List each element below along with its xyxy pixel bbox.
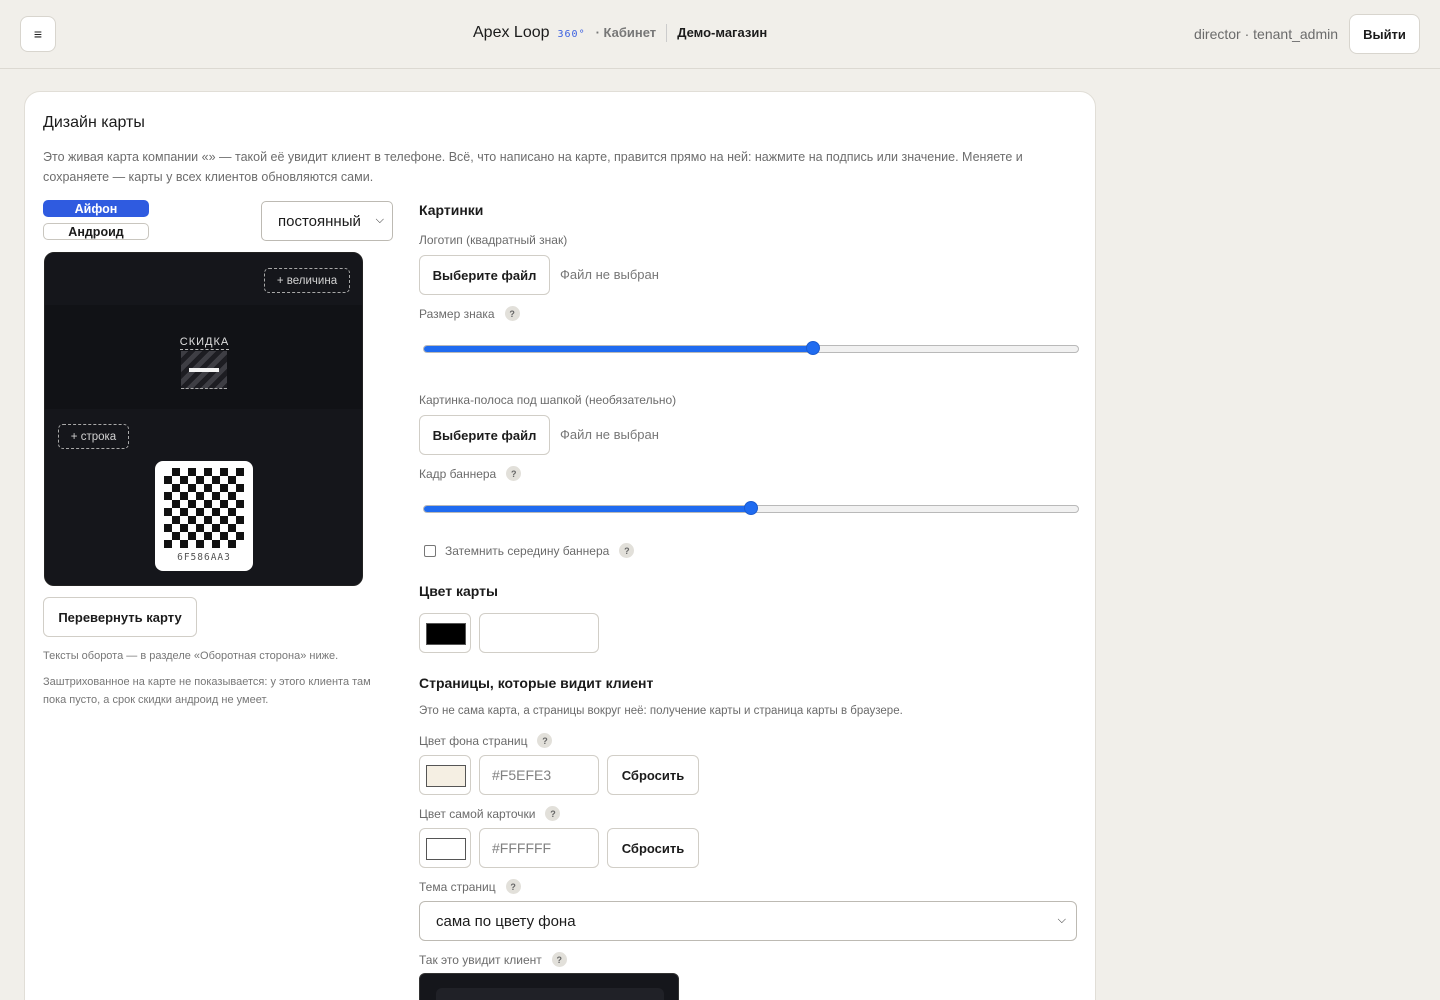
hamburger-icon: ≡ [33,26,43,42]
dash-icon [189,367,219,372]
page-card-reset-button[interactable]: Сбросить [607,828,699,868]
theme-label: Тема страниц ? [419,879,521,894]
help-icon[interactable]: ? [506,466,522,481]
page-card-input[interactable]: #FFFFFF [479,828,599,868]
help-icon[interactable]: ? [619,543,635,558]
client-page-card [436,988,664,1000]
banner-file-button[interactable]: Выберите файл [419,415,550,455]
card-color-swatch[interactable] [419,613,471,653]
add-row-button[interactable]: + строка [58,424,129,449]
logo-file-button[interactable]: Выберите файл [419,255,550,295]
page-card-label: Цвет самой карточки ? [419,806,561,821]
page-bg-label: Цвет фона страниц ? [419,733,553,748]
help-icon[interactable]: ? [505,879,521,894]
help-icon[interactable]: ? [551,952,567,967]
images-section-title: Картинки [419,202,484,218]
help-icon[interactable]: ? [545,806,561,821]
pages-section-title: Страницы, которые видит клиент [419,675,654,691]
logo-file-status: Файл не выбран [560,267,659,282]
section-name: · Кабинет [595,25,657,40]
banner-label: Картинка-полоса под шапкой (необязательн… [419,393,677,407]
page-bg-input[interactable]: #F5EFE3 [479,755,599,795]
divider [666,24,668,42]
chevron-down-icon: ⌵ [1057,914,1066,926]
banner-frame-label: Кадр баннера ? [419,466,522,481]
dim-banner-label: Затемнить середину баннера ? [445,543,635,558]
menu-button[interactable]: ≡ [20,16,56,52]
brand-name: Apex Loop [473,24,550,41]
help-icon[interactable]: ? [537,733,553,748]
banner-file-status: Файл не выбран [560,427,659,442]
flip-card-button[interactable]: Перевернуть карту [43,597,197,637]
card-code: 6F586AA3 [177,552,231,563]
page-bg-reset-button[interactable]: Сбросить [607,755,699,795]
page-bg-swatch[interactable] [419,755,471,795]
slider-thumb[interactable] [806,341,821,355]
banner-frame-slider[interactable] [423,501,1079,515]
panel-description: Это живая карта компании «» — такой её у… [43,150,1023,184]
logo-label: Логотип (квадратный знак) [419,233,568,247]
note-back-texts: Тексты оборота — в разделе «Оборотная ст… [43,650,339,662]
page-card-swatch[interactable] [419,828,471,868]
client-preview-label: Так это увидит клиент ? [419,952,567,967]
color-preview [426,765,466,787]
pages-description: Это не сама карта, а страницы вокруг неё… [419,705,903,717]
logo-size-slider[interactable] [423,341,1079,355]
card-preview: + величина СКИДКА + строка 6F586AA3 [44,252,363,586]
help-icon[interactable]: ? [504,306,520,321]
client-page-preview [419,973,679,1000]
qr-code-icon [164,468,244,548]
user-info: director · tenant_admin [1194,26,1338,42]
qr-box: 6F586AA3 [155,461,253,571]
slider-fill [424,346,814,352]
period-select-value: постоянный [278,212,361,230]
card-color-input[interactable] [479,613,599,653]
platform-android-button[interactable]: Андроид [43,223,149,240]
color-preview [426,838,466,860]
card-color-title: Цвет карты [419,583,498,599]
discount-value[interactable] [181,351,227,389]
logo-size-label: Размер знака ? [419,306,520,321]
slider-fill [424,506,751,512]
discount-label[interactable]: СКИДКА [45,336,362,350]
brand: Apex Loop 360° · Кабинет Демо-магазин [473,24,767,42]
slider-thumb[interactable] [744,501,758,515]
card-design-panel: Дизайн карты Это живая карта компании «»… [24,91,1096,1000]
top-bar: ≡ Apex Loop 360° · Кабинет Демо-магазин … [0,0,1440,69]
theme-select-value: сама по цвету фона [436,912,576,930]
brand-tag: 360° [557,29,586,40]
logout-button[interactable]: Выйти [1349,14,1420,54]
chevron-down-icon: ⌵ [375,214,384,226]
panel-title: Дизайн карты [43,114,145,131]
color-preview [426,623,466,645]
period-select[interactable]: постоянный ⌵ [261,201,393,241]
add-value-button[interactable]: + величина [264,268,350,293]
dim-banner-checkbox[interactable] [424,545,436,557]
shop-name: Демо-магазин [677,25,768,40]
note-hatched: Заштрихованное на карте не показывается:… [43,676,371,706]
theme-select[interactable]: сама по цвету фона ⌵ [419,901,1077,941]
platform-iphone-button[interactable]: Айфон [43,200,149,217]
